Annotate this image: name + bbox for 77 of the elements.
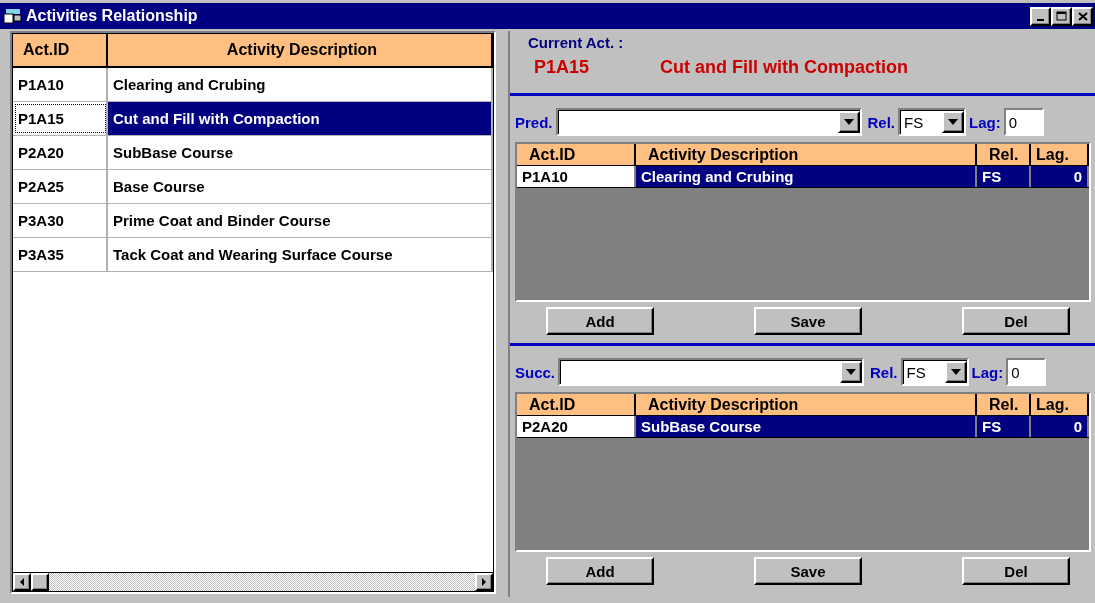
activity-row[interactable]: P3A35 Tack Coat and Wearing Surface Course <box>13 238 493 272</box>
action-button[interactable]: Save <box>754 557 862 585</box>
window-title: Activities Relationship <box>26 7 199 25</box>
scroll-left-button[interactable] <box>13 573 31 591</box>
activity-row[interactable]: P3A30 Prime Coat and Binder Course <box>13 204 493 238</box>
field-label: Lag: <box>971 363 1004 381</box>
table-cell: Tack Coat and Wearing Surface Course <box>108 238 493 271</box>
action-button[interactable]: Del <box>962 557 1070 585</box>
column-header[interactable]: Lag. <box>1031 144 1089 165</box>
activity-row[interactable]: P1A15 Cut and Fill with Compaction <box>13 102 493 136</box>
app-icon <box>4 8 22 24</box>
table-cell: Prime Coat and Binder Course <box>108 204 493 237</box>
action-button[interactable]: Add <box>546 557 654 585</box>
table-cell: P3A30 <box>13 204 108 237</box>
dropdown-button[interactable] <box>944 361 967 383</box>
close-icon <box>1077 11 1088 21</box>
activity-row[interactable]: P2A20 SubBase Course <box>13 136 493 170</box>
relation-dropdown[interactable]: FS <box>900 358 969 386</box>
lag-field[interactable]: 0 <box>1006 358 1047 386</box>
column-header[interactable]: Act.ID <box>13 34 108 66</box>
relation-row[interactable]: P1A10 Clearing and Crubing FS 0 <box>517 166 1089 188</box>
column-header[interactable]: Activity Description <box>636 144 977 165</box>
table-cell: SubBase Course <box>108 136 493 169</box>
minimize-icon <box>1037 18 1044 21</box>
current-activity-label: Current Act. : <box>528 34 625 51</box>
relation-row[interactable]: P2A20 SubBase Course FS 0 <box>517 416 1089 438</box>
field-label: Rel. <box>867 113 896 131</box>
table-cell: P1A10 <box>13 68 108 101</box>
column-header[interactable]: Lag. <box>1031 394 1089 415</box>
field-label: Pred. <box>515 113 553 131</box>
dropdown-button[interactable] <box>840 361 863 383</box>
column-header[interactable]: Rel. <box>977 144 1031 165</box>
table-cell: P2A20 <box>517 416 636 437</box>
field-label: Rel. <box>870 363 898 381</box>
minimize-button[interactable] <box>1030 6 1051 26</box>
current-activity-id: P1A15 <box>534 57 591 78</box>
left-arrow-icon <box>19 578 25 586</box>
down-arrow-icon <box>948 119 959 125</box>
column-header[interactable]: Act.ID <box>517 394 636 415</box>
scroll-right-button[interactable] <box>475 573 493 591</box>
column-header[interactable]: Activity Description <box>636 394 977 415</box>
activity-dropdown[interactable] <box>558 358 865 386</box>
close-button[interactable] <box>1072 6 1093 26</box>
field-label: Succ. <box>515 363 556 381</box>
dropdown-button[interactable] <box>837 111 860 133</box>
down-arrow-icon <box>843 119 854 125</box>
field-label: Lag: <box>969 113 1001 131</box>
table-cell: Cut and Fill with Compaction <box>108 102 493 135</box>
maximize-icon <box>1056 11 1067 21</box>
activity-dropdown[interactable] <box>555 108 862 136</box>
table-cell: P2A20 <box>13 136 108 169</box>
column-header[interactable]: Activity Description <box>108 34 493 66</box>
down-arrow-icon <box>846 369 857 375</box>
table-cell: Base Course <box>108 170 493 203</box>
maximize-button[interactable] <box>1051 6 1072 26</box>
action-button[interactable]: Save <box>754 307 862 335</box>
down-arrow-icon <box>950 369 961 375</box>
table-cell: 0 <box>1031 166 1089 187</box>
table-cell: P3A35 <box>13 238 108 271</box>
table-cell: 0 <box>1031 416 1089 437</box>
dropdown-button[interactable] <box>942 111 965 133</box>
table-cell: SubBase Course <box>636 416 977 437</box>
activity-row[interactable]: P2A25 Base Course <box>13 170 493 204</box>
scroll-thumb[interactable] <box>31 573 49 591</box>
table-cell: Clearing and Crubing <box>636 166 977 187</box>
table-cell: FS <box>977 166 1031 187</box>
relation-dropdown[interactable]: FS <box>898 108 967 136</box>
lag-field[interactable]: 0 <box>1003 108 1044 136</box>
current-activity-description: Cut and Fill with Compaction <box>660 57 908 78</box>
table-cell: FS <box>977 416 1031 437</box>
column-header[interactable]: Rel. <box>977 394 1031 415</box>
column-header[interactable]: Act.ID <box>517 144 636 165</box>
action-button[interactable]: Del <box>962 307 1070 335</box>
action-button[interactable]: Add <box>546 307 654 335</box>
right-arrow-icon <box>481 578 487 586</box>
table-cell: P2A25 <box>13 170 108 203</box>
table-cell: P1A10 <box>517 166 636 187</box>
